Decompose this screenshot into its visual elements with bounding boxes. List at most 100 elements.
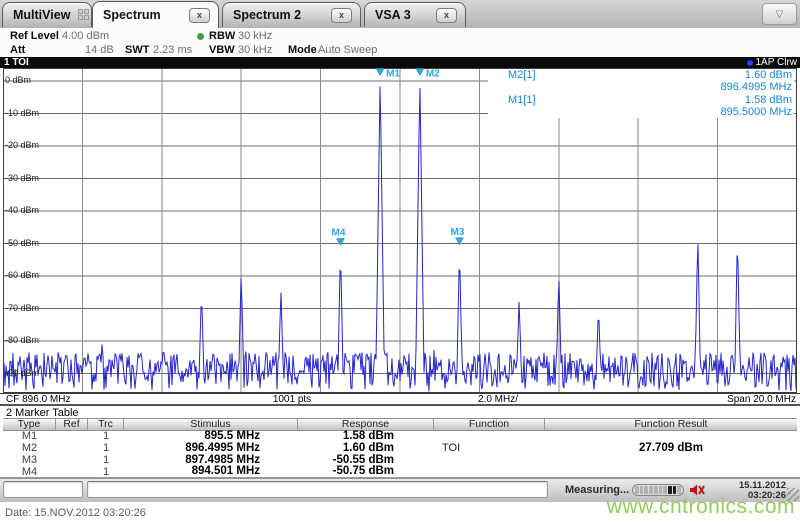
progress-segment — [672, 486, 677, 494]
marker-triangle-M1[interactable] — [375, 68, 385, 77]
readout-m1-freq: 895.5000 MHz — [720, 105, 792, 118]
marker-table-cell: M3 — [21, 453, 38, 466]
marker-table-row-m2[interactable]: M2 1 896.4995 MHz 1.60 dBm TOI 27.709 dBm — [3, 441, 797, 455]
multiview-grid-icon — [78, 8, 90, 22]
screenshot-footer: Date: 15.NOV.2012 03:20:26 www.cntronics… — [0, 495, 800, 525]
status-field-message[interactable] — [87, 481, 548, 498]
marker-label-M1: M1 — [386, 69, 400, 80]
marker-table-cell: 27.709 dBm — [639, 441, 703, 454]
marker-triangle-M2[interactable] — [415, 68, 425, 77]
y-axis-tick-label: -40 dBm — [5, 205, 40, 215]
progress-segment — [677, 486, 682, 494]
marker-table-cell: 895.5 MHz — [204, 430, 260, 443]
vbw-value[interactable]: 30 kHz — [238, 44, 272, 56]
rbw-coupled-indicator-dot — [197, 33, 204, 40]
marker-table-row-m1[interactable]: M1 1 895.5 MHz 1.58 dBm — [3, 430, 797, 443]
marker-table-column-function-result: Function Result — [634, 418, 708, 431]
marker-triangle-M4[interactable] — [336, 238, 345, 246]
marker-table-cell: TOI — [442, 442, 461, 455]
status-field-small[interactable] — [3, 481, 83, 498]
tab-bar: MultiView Spectrum x Spectrum 2 x VSA 3 … — [0, 0, 800, 29]
mode-label: Mode — [288, 44, 317, 56]
y-axis-tick-label: -60 dBm — [5, 270, 40, 280]
footer-date-line: Date: 15.NOV.2012 03:20:26 — [5, 507, 146, 519]
marker-table-cell — [56, 443, 88, 455]
x-axis-info-bar: CF 896.0 MHz 1001 pts 2.0 MHz/ Span 20.0… — [0, 393, 800, 405]
progress-segment — [635, 486, 639, 494]
marker-label-M2: M2 — [426, 69, 440, 80]
close-icon[interactable]: x — [189, 7, 210, 23]
tab-multiview[interactable]: MultiView — [2, 2, 92, 27]
trace-badge[interactable]: 1AP Clrw — [746, 57, 798, 68]
marker-table-column-function: Function — [434, 419, 545, 430]
y-axis-tick-label: -30 dBm — [5, 172, 40, 183]
mode-value[interactable]: Auto Sweep — [318, 44, 377, 56]
y-axis-tick-label: -90 dBm — [5, 367, 40, 378]
marker-table-titlebar: 2 Marker Table — [0, 404, 800, 419]
tab-label: Spectrum — [103, 8, 161, 22]
marker-table-cell — [545, 455, 797, 467]
y-axis-tick-label: -50 dBm — [5, 237, 40, 248]
marker-table-cell: 1.58 dBm — [342, 430, 394, 443]
marker-table-cell — [434, 431, 545, 443]
marker-table-header: Type Ref Trc Stimulus Response Function Functi… — [3, 418, 797, 431]
tab-spectrum[interactable]: Spectrum x — [92, 1, 219, 28]
swt-label: SWT — [125, 44, 150, 56]
progress-segment — [649, 486, 653, 494]
marker-label-M3: M3 — [451, 227, 465, 238]
marker-table-rows: M1 1 895.5 MHz 1.58 dBm M2 1 896.4995 MHz 1.60 … — [3, 430, 797, 478]
settings-header: Ref Level 4.00 dBm RBW 30 kHz Att 14 dB … — [0, 28, 800, 57]
vbw-label: VBW — [209, 44, 235, 56]
tab-vsa-3[interactable]: VSA 3 x — [364, 2, 466, 27]
window-title: 1 TOI — [4, 57, 29, 68]
marker-table-column-response: Response — [298, 419, 434, 430]
progress-segment — [639, 486, 644, 494]
marker-table-cell: 1 — [102, 453, 110, 466]
trace-badge-label: 1AP Clrw — [755, 57, 798, 68]
rbw-value[interactable]: 30 kHz — [238, 30, 272, 42]
y-axis-tick-label: -70 dBm — [5, 302, 40, 313]
marker-table-column-stimulus: Stimulus — [124, 419, 298, 430]
tab-label: Spectrum 2 — [233, 8, 302, 22]
marker-table-column-ref: Ref — [56, 419, 88, 430]
close-icon[interactable]: x — [331, 7, 352, 23]
readout-m1-label: M1[1] — [508, 93, 536, 106]
att-label: Att — [10, 44, 26, 56]
readout-m2-level: 1.60 dBm — [744, 69, 792, 81]
progress-segment — [644, 486, 649, 494]
marker-table-cell: 1 — [102, 442, 110, 455]
trace-color-dot-icon — [746, 59, 753, 66]
progress-segment — [663, 486, 667, 494]
marker-table-cell — [56, 431, 88, 443]
measurement-window-titlebar: 1 TOI 1AP Clrw — [0, 57, 800, 68]
close-icon[interactable]: x — [436, 7, 457, 23]
marker-table-row-m3[interactable]: M3 1 897.4985 MHz -50.55 dBm — [3, 453, 797, 467]
ref-level-label: Ref Level — [10, 30, 59, 42]
readout-m1-level: 1.58 dBm — [744, 93, 792, 106]
marker-table-cell: 896.4995 MHz — [185, 441, 260, 454]
marker-table-column-type: Type — [3, 419, 56, 430]
watermark-text: www.cntronics.com — [606, 495, 795, 518]
y-axis-tick-label: -10 dBm — [5, 107, 40, 118]
progress-segment — [658, 486, 663, 494]
readout-m2-label: M2[1] — [508, 69, 536, 81]
y-axis-tick-label: 0 dBm — [5, 75, 32, 85]
marker-table-cell: M2 — [21, 442, 38, 455]
progress-segment — [653, 486, 658, 494]
swt-value[interactable]: 2.23 ms — [153, 44, 192, 56]
readout-m2-freq: 896.4995 MHz — [720, 81, 792, 94]
tab-list-dropdown-button[interactable]: ▽ — [762, 3, 797, 25]
tab-label: VSA 3 — [375, 8, 411, 22]
marker-table-cell — [56, 455, 88, 467]
tab-label: MultiView — [13, 8, 71, 22]
ref-level-value[interactable]: 4.00 dBm — [62, 30, 109, 42]
marker-table-cell: M1 — [21, 430, 38, 443]
att-value[interactable]: 14 dB — [85, 44, 114, 56]
tab-spectrum-2[interactable]: Spectrum 2 x — [222, 2, 361, 27]
marker-readout-panel: M2[1] 1.60 dBm 896.4995 MHz M1[1] 1.58 d… — [488, 69, 794, 118]
y-axis-tick-label: -20 dBm — [5, 140, 40, 150]
y-axis-tick-label: -80 dBm — [5, 335, 40, 345]
spectrum-analyzer-screen: MultiView Spectrum x Spectrum 2 x VSA 3 … — [0, 0, 800, 525]
marker-table-cell — [545, 431, 797, 443]
marker-table-cell — [434, 455, 545, 467]
